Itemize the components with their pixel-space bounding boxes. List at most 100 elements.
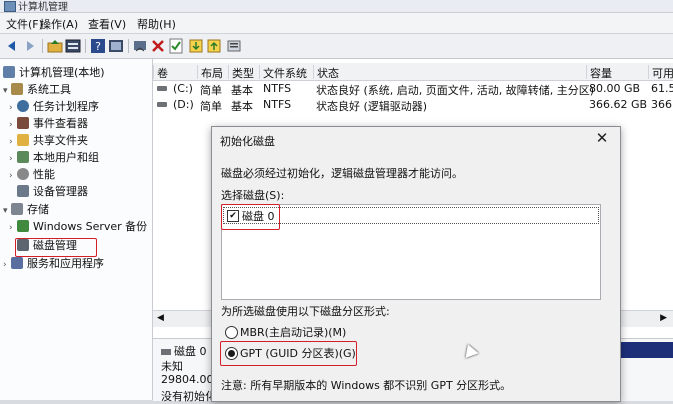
chevron-right-icon[interactable]: › xyxy=(9,120,17,130)
cell-free: 366. xyxy=(651,98,673,111)
dialog-title: 初始化磁盘 xyxy=(220,135,275,148)
tree-item-task-scheduler[interactable]: › 任务计划程序 xyxy=(9,98,99,114)
up-folder-icon[interactable] xyxy=(47,38,63,54)
menu-action[interactable]: 操作(A) xyxy=(40,16,78,32)
console-icon[interactable] xyxy=(108,38,124,54)
properties-icon[interactable] xyxy=(65,38,81,54)
device-manager-icon xyxy=(17,185,29,197)
cell-free: 61.5 xyxy=(651,82,673,95)
menu-bar: 文件(F) 操作(A) 查看(V) 帮助(H) xyxy=(0,13,673,34)
column-header-filesystem[interactable]: 文件系统 xyxy=(259,65,311,80)
disk-status: 未知 xyxy=(161,360,183,373)
cell-filesystem: NTFS xyxy=(263,82,292,95)
dialog-message: 磁盘必须经过初始化，逻辑磁盘管理器才能访问。 xyxy=(221,167,463,180)
gpt-compat-note: 注意: 所有早期版本的 Windows 都不识别 GPT 分区形式。 xyxy=(221,379,512,392)
tree-item-label: 系统工具 xyxy=(27,83,71,96)
drive-icon xyxy=(157,102,167,107)
cell-type: 基本 xyxy=(231,100,253,113)
mbr-option-label[interactable]: MBR(主启动记录)(M) xyxy=(240,324,346,340)
menu-file[interactable]: 文件(F) xyxy=(6,16,43,32)
tree-item-local-users[interactable]: › 本地用户和组 xyxy=(9,149,99,165)
tree-item-services-apps[interactable]: › 服务和应用程序 xyxy=(3,255,104,271)
tree-item-storage[interactable]: ▾ 存储 xyxy=(3,201,49,217)
console-tree-icon[interactable] xyxy=(132,38,148,54)
svg-text:?: ? xyxy=(95,40,101,53)
cell-volume: (C:) xyxy=(173,82,193,95)
performance-icon xyxy=(17,168,29,180)
import-icon[interactable] xyxy=(188,38,204,54)
tree-item-shared-folders[interactable]: › 共享文件夹 xyxy=(9,132,88,148)
export-icon[interactable] xyxy=(206,38,222,54)
disk-init-state: 没有初始化 xyxy=(161,390,216,403)
forward-icon[interactable] xyxy=(22,38,38,54)
column-header-volume[interactable]: 卷 xyxy=(153,65,195,80)
backup-icon xyxy=(17,220,29,232)
delete-icon[interactable] xyxy=(150,38,166,54)
table-row[interactable]: (D:) 简单 基本 NTFS 状态良好 (逻辑驱动器) 366.62 GB 3… xyxy=(153,97,673,113)
column-header-status[interactable]: 状态 xyxy=(313,65,584,80)
services-icon xyxy=(11,257,23,269)
menu-view[interactable]: 查看(V) xyxy=(88,16,126,32)
partition-style-label: 为所选磁盘使用以下磁盘分区形式: xyxy=(221,305,390,318)
table-row[interactable]: (C:) 简单 基本 NTFS 状态良好 (系统, 启动, 页面文件, 活动, … xyxy=(153,81,673,97)
chevron-right-icon[interactable]: › xyxy=(9,154,17,164)
console-tree: 计算机管理(本地) ▾ 系统工具 › 任务计划程序 › 事件查看器 › 共享文件夹 › 本… xyxy=(0,59,153,400)
initialize-disk-dialog: 初始化磁盘 ✕ 磁盘必须经过初始化，逻辑磁盘管理器才能访问。 选择磁盘(S): … xyxy=(211,126,621,402)
tree-item-label: 任务计划程序 xyxy=(33,100,99,113)
tree-item-device-manager[interactable]: 设备管理器 xyxy=(17,183,88,199)
cell-capacity: 366.62 GB xyxy=(589,98,648,111)
chevron-right-icon[interactable]: › xyxy=(9,137,17,147)
tree-item-event-viewer[interactable]: › 事件查看器 xyxy=(9,115,88,131)
tree-item-label: 本地用户和组 xyxy=(33,151,99,164)
cell-layout: 简单 xyxy=(200,84,222,97)
event-viewer-icon xyxy=(17,117,29,129)
scroll-left-icon[interactable]: ◀ xyxy=(157,313,164,323)
tree-item-label: 事件查看器 xyxy=(33,117,88,130)
checklist-icon[interactable] xyxy=(168,38,184,54)
chevron-right-icon[interactable]: › xyxy=(3,260,11,270)
tree-item-label: 性能 xyxy=(33,168,55,181)
computer-icon xyxy=(3,66,15,78)
cell-status: 状态良好 (系统, 启动, 页面文件, 活动, 故障转储, 主分区) xyxy=(316,84,595,97)
clock-icon xyxy=(17,100,29,112)
tree-item-label: 计算机管理(本地) xyxy=(19,66,105,79)
tree-item-windows-server-backup[interactable]: › Windows Server 备份 xyxy=(9,218,147,234)
column-header-type[interactable]: 类型 xyxy=(228,65,256,80)
chevron-down-icon[interactable]: ▾ xyxy=(3,86,11,96)
toolbar: ? xyxy=(0,34,673,59)
chevron-right-icon[interactable]: › xyxy=(9,171,17,181)
tree-item-performance[interactable]: › 性能 xyxy=(9,166,55,182)
disk-name-label[interactable]: 磁盘 0 xyxy=(161,343,207,359)
help-icon[interactable]: ? xyxy=(90,38,106,54)
folder-icon xyxy=(17,134,29,146)
list-view-icon[interactable] xyxy=(226,38,242,54)
tree-item-label: 存储 xyxy=(27,203,49,216)
scroll-right-icon[interactable]: ▶ xyxy=(660,313,667,323)
users-icon xyxy=(17,151,29,163)
cell-type: 基本 xyxy=(231,84,253,97)
highlight-box-disk-checkbox xyxy=(221,204,280,230)
back-icon[interactable] xyxy=(4,38,20,54)
cell-volume: (D:) xyxy=(173,98,194,111)
menu-help[interactable]: 帮助(H) xyxy=(137,16,176,32)
highlight-box-gpt-option xyxy=(220,341,357,366)
window-title: 计算机管理 xyxy=(18,2,68,13)
window-titlebar: 计算机管理 xyxy=(0,0,673,13)
highlight-box-disk-management xyxy=(15,238,97,257)
toolbar-separator xyxy=(85,39,86,53)
cell-status: 状态良好 (逻辑驱动器) xyxy=(316,100,428,113)
select-disk-label: 选择磁盘(S): xyxy=(221,189,285,202)
column-header-layout[interactable]: 布局 xyxy=(197,65,225,80)
chevron-right-icon[interactable]: › xyxy=(9,103,17,113)
chevron-right-icon[interactable]: › xyxy=(9,223,17,233)
column-header-capacity[interactable]: 容量 xyxy=(586,65,650,80)
disk-size: 29804.00 xyxy=(161,373,214,386)
mbr-radio[interactable] xyxy=(225,326,238,339)
tree-item-computer-management[interactable]: 计算机管理(本地) xyxy=(3,64,105,80)
close-icon[interactable]: ✕ xyxy=(594,129,610,147)
tree-item-system-tools[interactable]: ▾ 系统工具 xyxy=(3,81,71,97)
column-header-row: 卷 布局 类型 文件系统 状态 容量 可用 xyxy=(153,63,673,81)
cell-filesystem: NTFS xyxy=(263,98,292,111)
column-header-free[interactable]: 可用 xyxy=(648,65,673,80)
chevron-down-icon[interactable]: ▾ xyxy=(3,206,11,216)
